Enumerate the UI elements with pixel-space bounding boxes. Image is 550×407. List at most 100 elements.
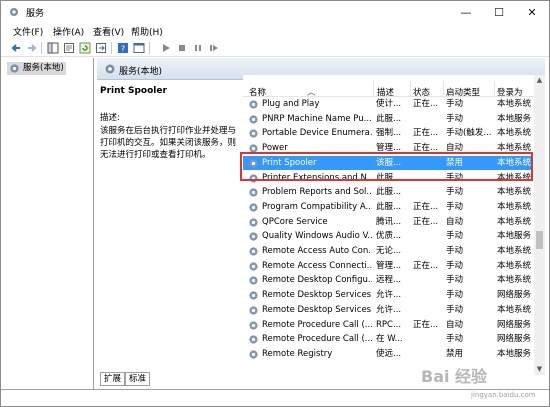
service-description: 在 W... xyxy=(376,334,403,345)
export-icon xyxy=(96,43,106,53)
table-row[interactable]: Remote Desktop Services 允许... 手动 网络服务 xyxy=(243,288,533,303)
service-startup-type: 手动(触发... xyxy=(446,128,492,139)
table-row[interactable]: Portable Device Enumera... 强制... 正在... 手动(触… xyxy=(243,126,533,141)
services-window: 服务 — ☐ ✕ 文件(F) 操作(A) 查看(V) 帮助(H) ? 服务(本地… xyxy=(0,0,550,407)
service-name-cell: Problem Reports and Sol... xyxy=(248,185,372,200)
start-icon xyxy=(163,44,170,52)
service-startup-type: 自动 xyxy=(446,216,464,227)
service-gear-icon xyxy=(249,276,258,286)
selected-service-name: Print Spooler xyxy=(100,86,167,96)
scroll-thumb[interactable] xyxy=(536,231,543,249)
table-row[interactable]: Remote Procedure Call (... 在 W... 手动 网络服务 xyxy=(243,332,533,347)
service-gear-icon xyxy=(249,188,258,197)
console-tree-button[interactable] xyxy=(46,41,60,55)
refresh-button[interactable] xyxy=(78,41,92,55)
service-startup-type: 手动 xyxy=(446,246,464,256)
forward-icon xyxy=(28,44,37,52)
service-gear-icon xyxy=(249,306,258,315)
service-status: 正在... xyxy=(413,201,439,212)
service-gear-icon xyxy=(249,291,258,300)
service-name-cell: QPCore Service xyxy=(248,215,372,230)
vertical-scrollbar[interactable]: ▲ ▼ xyxy=(534,75,545,375)
service-description: 允许... xyxy=(376,304,402,315)
help-button[interactable]: ? xyxy=(116,41,130,55)
service-description: 管理... xyxy=(376,260,402,271)
service-name: Remote Procedure Call (... xyxy=(262,319,372,330)
service-logon-as: 本地系统 xyxy=(497,187,532,198)
service-status: 正在... xyxy=(413,128,439,139)
service-description: RPC... xyxy=(376,319,402,330)
restart-service-button[interactable] xyxy=(207,41,221,55)
close-button[interactable]: ✕ xyxy=(515,1,549,23)
properties-icon xyxy=(64,43,74,53)
table-row[interactable]: QPCore Service 腾讯... 正在... 自动 本地系统 xyxy=(243,215,533,230)
maximize-button[interactable]: ☐ xyxy=(482,1,516,23)
table-row[interactable]: Program Compatibility A... 此服... 正在... 手动 本地… xyxy=(243,200,533,215)
service-name-cell: Remote Access Connecti... xyxy=(248,259,372,274)
baidu-watermark: Bai 经验 xyxy=(421,367,488,386)
service-name-cell: Remote Desktop Services xyxy=(248,288,372,303)
table-row[interactable]: Remote Access Connecti... 管理... 正在... 手动 本地系… xyxy=(243,259,533,274)
maximize-icon: ☐ xyxy=(494,5,504,19)
menu-action[interactable]: 操作(A) xyxy=(53,25,84,38)
service-name: Remote Desktop Services ... xyxy=(262,304,372,315)
toolbar: ? xyxy=(1,39,549,57)
table-row[interactable]: Remote Registry 使远... 禁用 本地服务 xyxy=(243,347,533,362)
service-startup-type: 手动 xyxy=(446,231,464,242)
console-button[interactable] xyxy=(132,41,146,55)
scroll-up-icon[interactable]: ▲ xyxy=(534,75,545,86)
table-row[interactable]: Remote Desktop Services ... 允许... 手动 本地系统 xyxy=(243,303,533,318)
menu-bar: 文件(F) 操作(A) 查看(V) 帮助(H) xyxy=(1,23,549,39)
service-description: 使远... xyxy=(376,348,402,359)
refresh-icon xyxy=(79,42,91,54)
service-name-cell: Quality Windows Audio V... xyxy=(248,229,372,244)
service-name-cell: Remote Registry xyxy=(248,347,372,362)
service-name-cell: Remote Access Auto Con... xyxy=(248,244,372,259)
service-name-cell: Plug and Play xyxy=(248,97,372,112)
back-button[interactable] xyxy=(9,41,23,55)
scroll-down-icon[interactable]: ▼ xyxy=(534,364,545,375)
table-row[interactable]: Quality Windows Audio V... 优质... 手动 本地服务 xyxy=(243,229,533,244)
service-name: Quality Windows Audio V... xyxy=(262,231,372,242)
start-service-button[interactable] xyxy=(159,41,173,55)
services-list[interactable]: ︿ 名称 描述 状态 启动类型 登录为 Plug and Play 使计... 正在… xyxy=(243,75,545,375)
table-row[interactable]: Plug and Play 使计... 正在... 手动 本地系统 xyxy=(243,97,533,112)
title-bar[interactable]: 服务 — ☐ ✕ xyxy=(1,1,549,23)
properties-button[interactable] xyxy=(62,41,76,55)
baidu-watermark-url: jingyan.baidu.com xyxy=(471,391,536,399)
service-name: Problem Reports and Sol... xyxy=(262,187,372,198)
table-row[interactable]: Remote Procedure Call (... RPC... 正在... 自动 网… xyxy=(243,318,533,333)
service-gear-icon xyxy=(249,100,258,109)
tab-extended[interactable]: 扩展 xyxy=(100,372,126,386)
menu-help[interactable]: 帮助(H) xyxy=(131,25,163,38)
service-description: 此服... xyxy=(376,113,402,124)
minimize-button[interactable]: — xyxy=(449,1,483,23)
table-row[interactable]: Problem Reports and Sol... 此服... 手动 本地系统 xyxy=(243,185,533,200)
table-row[interactable]: Remote Access Auto Con... 无论... 手动 本地系统 xyxy=(243,244,533,259)
service-logon-as: 网络服务 xyxy=(497,290,532,301)
console-tree: 服务(本地) xyxy=(2,58,94,389)
service-logon-as: 本地系统 xyxy=(497,275,532,286)
menu-view[interactable]: 查看(V) xyxy=(93,25,124,38)
service-description-panel: Print Spooler 描述: 该服务在后台执行打印作业并处理与打印机的交互… xyxy=(100,86,238,161)
service-startup-type: 手动 xyxy=(446,99,464,109)
console-icon xyxy=(133,43,145,53)
service-logon-as: 本地服务 xyxy=(497,113,532,124)
service-gear-icon xyxy=(249,320,258,330)
tree-item-label: 服务(本地) xyxy=(23,63,64,73)
service-startup-type: 手动 xyxy=(446,260,464,271)
service-name-cell: Remote Procedure Call (... xyxy=(248,318,372,333)
menu-file[interactable]: 文件(F) xyxy=(13,25,43,38)
table-row[interactable]: Remote Desktop Configu... 远程... 手动 本地系统 xyxy=(243,273,533,288)
tree-item-services-local[interactable]: 服务(本地) xyxy=(7,62,66,75)
pause-icon xyxy=(195,45,201,51)
service-gear-icon xyxy=(249,203,258,212)
service-name: Remote Desktop Configu... xyxy=(262,275,372,286)
table-row[interactable]: PNRP Machine Name Pu... 此服... 手动 本地服务 xyxy=(243,112,533,127)
stop-service-button[interactable] xyxy=(175,41,189,55)
service-gear-icon xyxy=(249,335,258,344)
export-button[interactable] xyxy=(94,41,108,55)
pause-service-button[interactable] xyxy=(191,41,205,55)
forward-button[interactable] xyxy=(25,41,39,55)
tab-standard[interactable]: 标准 xyxy=(125,372,151,386)
